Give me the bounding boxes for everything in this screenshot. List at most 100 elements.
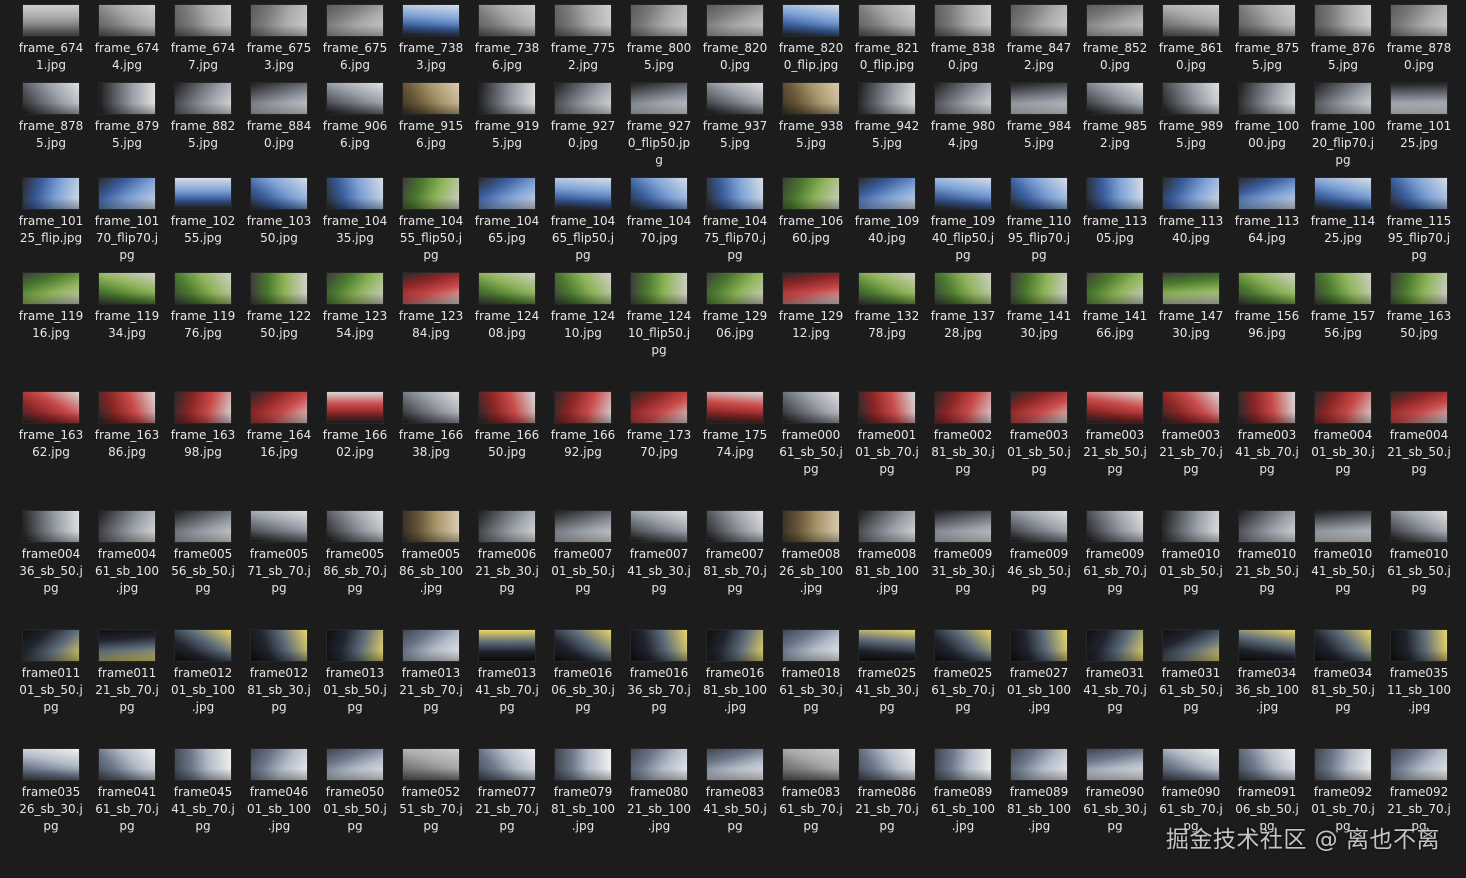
image-thumbnail[interactable] <box>403 630 459 661</box>
image-thumbnail[interactable] <box>175 392 231 423</box>
image-thumbnail[interactable] <box>555 630 611 661</box>
image-thumbnail[interactable] <box>1315 392 1371 423</box>
file-item[interactable]: frame_876 5.jpg <box>1305 5 1381 74</box>
file-item[interactable]: frame080 21_sb_100 .jpg <box>621 749 697 835</box>
image-thumbnail[interactable] <box>175 749 231 780</box>
file-item[interactable]: frame_927 0_flip50.jp g <box>621 83 697 169</box>
image-thumbnail[interactable] <box>251 83 307 114</box>
file-item[interactable]: frame_132 78.jpg <box>849 273 925 342</box>
file-item[interactable]: frame077 21_sb_70.j pg <box>469 749 545 835</box>
image-thumbnail[interactable] <box>1315 5 1371 36</box>
file-item[interactable]: frame092 21_sb_70.j pg <box>1381 749 1457 835</box>
file-item[interactable]: frame_115 95_flip70.j pg <box>1381 178 1457 264</box>
image-thumbnail[interactable] <box>251 511 307 542</box>
image-thumbnail[interactable] <box>403 5 459 36</box>
image-thumbnail[interactable] <box>1011 511 1067 542</box>
image-thumbnail[interactable] <box>1163 178 1219 209</box>
image-thumbnail[interactable] <box>479 749 535 780</box>
file-item[interactable]: frame031 41_sb_70.j pg <box>1077 630 1153 716</box>
image-thumbnail[interactable] <box>99 83 155 114</box>
image-thumbnail[interactable] <box>327 273 383 304</box>
file-item[interactable]: frame000 61_sb_50.j pg <box>773 392 849 478</box>
file-item[interactable]: frame_875 5.jpg <box>1229 5 1305 74</box>
image-thumbnail[interactable] <box>935 749 991 780</box>
image-thumbnail[interactable] <box>1011 178 1067 209</box>
image-thumbnail[interactable] <box>479 511 535 542</box>
image-thumbnail[interactable] <box>251 273 307 304</box>
image-thumbnail[interactable] <box>707 83 763 114</box>
file-item[interactable]: frame_675 6.jpg <box>317 5 393 74</box>
file-item[interactable]: frame_119 16.jpg <box>13 273 89 342</box>
file-item[interactable]: frame086 21_sb_70.j pg <box>849 749 925 835</box>
file-item[interactable]: frame005 86_sb_100 .jpg <box>393 511 469 597</box>
image-thumbnail[interactable] <box>1239 83 1295 114</box>
image-thumbnail[interactable] <box>1011 749 1067 780</box>
image-thumbnail[interactable] <box>783 392 839 423</box>
image-thumbnail[interactable] <box>479 273 535 304</box>
file-item[interactable]: frame090 61_sb_70.j pg <box>1153 749 1229 835</box>
file-item[interactable]: frame004 36_sb_50.j pg <box>13 511 89 597</box>
image-thumbnail[interactable] <box>935 83 991 114</box>
image-thumbnail[interactable] <box>175 511 231 542</box>
image-thumbnail[interactable] <box>1087 392 1143 423</box>
image-thumbnail[interactable] <box>707 5 763 36</box>
file-item[interactable]: frame005 71_sb_70.j pg <box>241 511 317 597</box>
image-thumbnail[interactable] <box>327 511 383 542</box>
file-item[interactable]: frame_104 75_flip70.j pg <box>697 178 773 264</box>
file-item[interactable]: frame010 61_sb_50.j pg <box>1381 511 1457 597</box>
image-thumbnail[interactable] <box>555 178 611 209</box>
file-item[interactable]: frame013 01_sb_50.j pg <box>317 630 393 716</box>
image-thumbnail[interactable] <box>403 178 459 209</box>
image-thumbnail[interactable] <box>859 392 915 423</box>
image-thumbnail[interactable] <box>403 83 459 114</box>
image-thumbnail[interactable] <box>1239 5 1295 36</box>
image-thumbnail[interactable] <box>251 5 307 36</box>
image-thumbnail[interactable] <box>631 5 687 36</box>
file-item[interactable]: frame013 41_sb_70.j pg <box>469 630 545 716</box>
image-thumbnail[interactable] <box>1087 511 1143 542</box>
file-item[interactable]: frame041 61_sb_70.j pg <box>89 749 165 835</box>
file-item[interactable]: frame_163 98.jpg <box>165 392 241 461</box>
file-item[interactable]: frame_101 70_flip70.j pg <box>89 178 165 264</box>
file-item[interactable]: frame_106 60.jpg <box>773 178 849 247</box>
file-item[interactable]: frame010 41_sb_50.j pg <box>1305 511 1381 597</box>
image-thumbnail[interactable] <box>859 749 915 780</box>
image-thumbnail[interactable] <box>1315 630 1371 661</box>
image-thumbnail[interactable] <box>1011 392 1067 423</box>
file-item[interactable]: frame_100 00.jpg <box>1229 83 1305 152</box>
file-item[interactable]: frame_113 05.jpg <box>1077 178 1153 247</box>
image-thumbnail[interactable] <box>1315 178 1371 209</box>
image-thumbnail[interactable] <box>631 273 687 304</box>
file-item[interactable]: frame091 06_sb_50.j pg <box>1229 749 1305 835</box>
file-item[interactable]: frame_938 5.jpg <box>773 83 849 152</box>
file-item[interactable]: frame_738 6.jpg <box>469 5 545 74</box>
image-thumbnail[interactable] <box>1391 511 1447 542</box>
file-item[interactable]: frame_175 74.jpg <box>697 392 773 461</box>
file-item[interactable]: frame_163 62.jpg <box>13 392 89 461</box>
image-thumbnail[interactable] <box>1315 273 1371 304</box>
image-thumbnail[interactable] <box>99 273 155 304</box>
image-thumbnail[interactable] <box>783 273 839 304</box>
image-thumbnail[interactable] <box>403 749 459 780</box>
file-item[interactable]: frame_906 6.jpg <box>317 83 393 152</box>
file-item[interactable]: frame016 81_sb_100 .jpg <box>697 630 773 716</box>
image-thumbnail[interactable] <box>783 749 839 780</box>
file-item[interactable]: frame_937 5.jpg <box>697 83 773 152</box>
image-thumbnail[interactable] <box>1087 83 1143 114</box>
file-item[interactable]: frame092 01_sb_70.j pg <box>1305 749 1381 835</box>
file-item[interactable]: frame_109 40_flip50.j pg <box>925 178 1001 264</box>
file-item[interactable]: frame002 81_sb_30.j pg <box>925 392 1001 478</box>
image-thumbnail[interactable] <box>175 630 231 661</box>
file-item[interactable]: frame_878 5.jpg <box>13 83 89 152</box>
file-item[interactable]: frame004 21_sb_50.j pg <box>1381 392 1457 478</box>
image-thumbnail[interactable] <box>859 630 915 661</box>
file-item[interactable]: frame_104 65.jpg <box>469 178 545 247</box>
image-thumbnail[interactable] <box>1011 5 1067 36</box>
file-item[interactable]: frame_166 50.jpg <box>469 392 545 461</box>
file-item[interactable]: frame_163 86.jpg <box>89 392 165 461</box>
image-thumbnail[interactable] <box>1391 392 1447 423</box>
file-item[interactable]: frame_124 10_flip50.j pg <box>621 273 697 359</box>
file-item[interactable]: frame_157 56.jpg <box>1305 273 1381 342</box>
file-item[interactable]: frame_847 2.jpg <box>1001 5 1077 74</box>
file-item[interactable]: frame004 61_sb_100 .jpg <box>89 511 165 597</box>
